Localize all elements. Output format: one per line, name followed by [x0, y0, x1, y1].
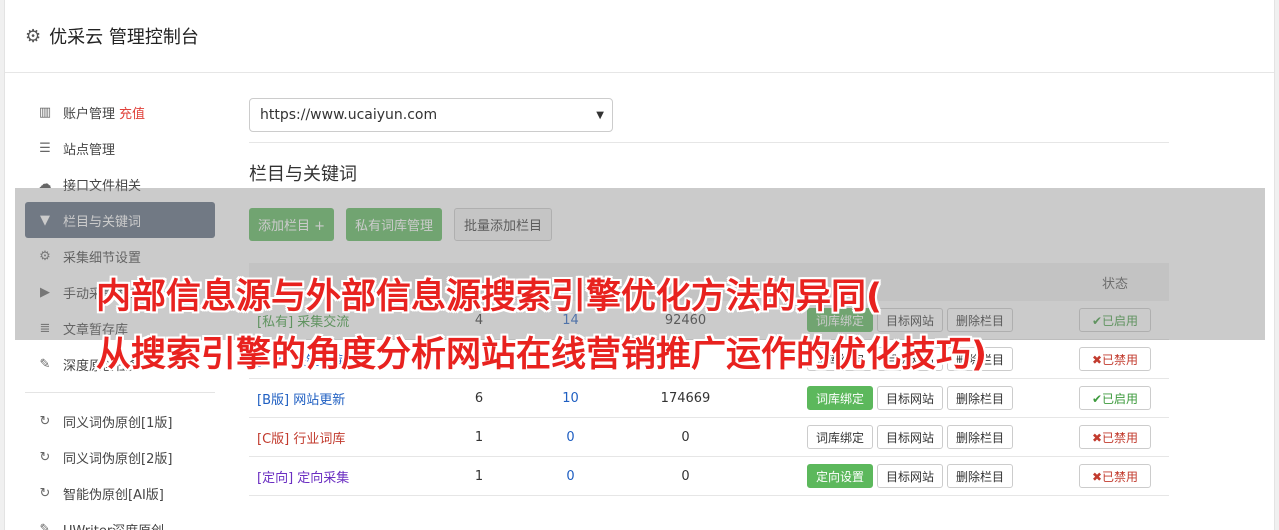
count-cell-2[interactable]: 0	[519, 430, 622, 445]
count-cell-1: 6	[474, 390, 484, 406]
column-tag: [定向]	[257, 470, 294, 486]
delete-column-button[interactable]: 删除栏目	[947, 386, 1014, 410]
sidebar-item-label: UWriter深度原创	[63, 520, 164, 530]
bind-lib-button[interactable]: 词库绑定	[807, 386, 874, 410]
sidebar-item-uwriter[interactable]: ✎ UWriter深度原创	[25, 511, 215, 530]
header: ⚙ 优采云 管理控制台	[5, 0, 1274, 73]
count-cell-1: 1	[474, 429, 484, 445]
count-cell-3: 174669	[660, 390, 711, 406]
count-cell-2[interactable]: 0	[519, 469, 622, 484]
count-cell-2[interactable]: 10	[519, 391, 622, 406]
delete-column-button[interactable]: 删除栏目	[947, 464, 1014, 488]
chevron-down-icon: ▼	[596, 109, 604, 121]
overlay-title-line2: 从搜索引擎的角度分析网站在线营销推广运作的优化技巧)	[96, 335, 987, 375]
sidebar-divider	[25, 392, 215, 393]
status-cell: ✔已启用	[1061, 386, 1169, 410]
target-site-button[interactable]: 目标网站	[877, 464, 944, 488]
server-icon: ☰	[39, 140, 51, 156]
column-name-cell[interactable]: [B版] 网站更新	[249, 389, 439, 408]
status-cell: ✖已禁用	[1061, 464, 1169, 488]
target-site-button[interactable]: 目标网站	[877, 386, 944, 410]
column-name[interactable]: 网站更新	[293, 393, 345, 408]
column-name[interactable]: 行业词库	[293, 432, 345, 447]
divider	[249, 142, 1169, 143]
gear-icon[interactable]: ⚙	[25, 26, 41, 47]
sidebar-item-label: 同义词伪原创[1版]	[63, 415, 173, 431]
refresh-icon: ↻	[39, 413, 51, 429]
edit-icon: ✎	[39, 356, 51, 372]
status-toggle[interactable]: ✔已启用	[1079, 386, 1151, 410]
recharge-link[interactable]: 充值	[119, 103, 145, 122]
bar-chart-icon: ▥	[38, 104, 52, 120]
sidebar-item-synonym-2[interactable]: ↻ 同义词伪原创[2版]	[25, 439, 215, 475]
status-cell: ✖已禁用	[1061, 425, 1169, 449]
section-title: 栏目与关键词	[249, 164, 357, 185]
table-row: [C版] 行业词库 1 0 0 词库绑定 目标网站 删除栏目 ✖已禁用	[249, 418, 1169, 457]
table-row: [B版] 网站更新 6 10 174669 词库绑定 目标网站 删除栏目 ✔已启用	[249, 379, 1169, 418]
actions-cell: 定向设置 目标网站 删除栏目	[749, 464, 1061, 488]
sidebar-item-label: 智能伪原创[AI版]	[63, 487, 164, 503]
count-cell-1: 1	[474, 468, 484, 484]
column-name-cell[interactable]: [C版] 行业词库	[249, 428, 439, 447]
table-row: [定向] 定向采集 1 0 0 定向设置 目标网站 删除栏目 ✖已禁用	[249, 457, 1169, 496]
count-cell-3: 0	[681, 468, 690, 484]
sidebar-item-synonym-1[interactable]: ↻ 同义词伪原创[1版]	[25, 403, 215, 439]
target-site-button[interactable]: 目标网站	[877, 425, 944, 449]
site-select-value: https://www.ucaiyun.com	[260, 107, 438, 123]
status-toggle[interactable]: ✖已禁用	[1079, 425, 1151, 449]
edit-icon: ✎	[39, 521, 51, 530]
column-name-cell[interactable]: [定向] 定向采集	[249, 467, 439, 486]
column-name[interactable]: 定向采集	[297, 471, 349, 486]
actions-cell: 词库绑定 目标网站 删除栏目	[749, 386, 1061, 410]
status-toggle[interactable]: ✖已禁用	[1079, 464, 1151, 488]
column-tag: [C版]	[257, 431, 290, 447]
overlay-title-line1: 内部信息源与外部信息源搜索引擎优化方法的异同(	[96, 277, 882, 317]
column-tag: [B版]	[257, 392, 290, 408]
refresh-icon: ↻	[39, 485, 51, 501]
refresh-icon: ↻	[39, 449, 51, 465]
bind-lib-button[interactable]: 词库绑定	[807, 425, 874, 449]
count-cell-3: 0	[681, 429, 690, 445]
page-title: 优采云 管理控制台	[49, 27, 199, 48]
bind-lib-button[interactable]: 定向设置	[807, 464, 874, 488]
sidebar-item-label: 站点管理	[63, 142, 116, 158]
sidebar-item-label: 同义词伪原创[2版]	[63, 451, 173, 467]
actions-cell: 词库绑定 目标网站 删除栏目	[749, 425, 1061, 449]
site-select[interactable]: https://www.ucaiyun.com ▼	[249, 98, 613, 132]
delete-column-button[interactable]: 删除栏目	[947, 425, 1014, 449]
sidebar-item-ai[interactable]: ↻ 智能伪原创[AI版]	[25, 475, 215, 511]
sidebar-item-account[interactable]: ▥ 账户管理 充值	[25, 94, 215, 130]
sidebar-item-sites[interactable]: ☰ 站点管理	[25, 130, 215, 166]
sidebar-item-label: 账户管理	[63, 106, 116, 122]
